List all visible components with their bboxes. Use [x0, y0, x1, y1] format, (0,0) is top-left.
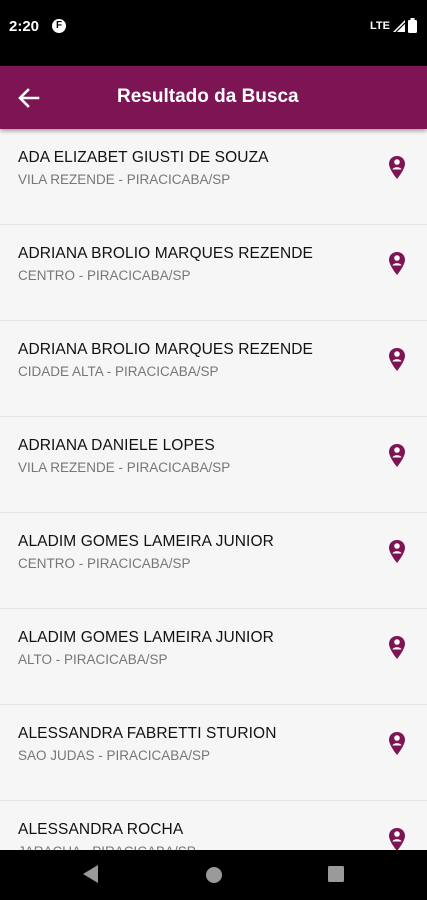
result-item[interactable]: ALESSANDRA FABRETTI STURION SAO JUDAS - P…	[0, 705, 427, 801]
result-item[interactable]: ADRIANA DANIELE LOPES VILA REZENDE - PIRA…	[0, 417, 427, 513]
result-name: ADA ELIZABET GIUSTI DE SOUZA	[18, 149, 269, 166]
nav-recents-icon[interactable]	[328, 866, 344, 882]
map-pin-icon[interactable]	[388, 731, 406, 756]
app-bar: Resultado da Busca	[0, 66, 427, 129]
result-location: VILA REZENDE - PIRACICABA/SP	[18, 460, 231, 475]
result-name: ADRIANA BROLIO MARQUES REZENDE	[18, 245, 313, 262]
result-item[interactable]: ALADIM GOMES LAMEIRA JUNIOR ALTO - PIRACI…	[0, 609, 427, 705]
result-item[interactable]: ADRIANA BROLIO MARQUES REZENDE CIDADE ALT…	[0, 321, 427, 417]
status-bar: 2:20 F LTE	[0, 0, 427, 66]
result-item[interactable]: ADRIANA BROLIO MARQUES REZENDE CENTRO - P…	[0, 225, 427, 321]
result-name: ADRIANA BROLIO MARQUES REZENDE	[18, 341, 313, 358]
result-name: ALADIM GOMES LAMEIRA JUNIOR	[18, 533, 274, 550]
map-pin-icon[interactable]	[388, 347, 406, 372]
network-type: LTE	[370, 19, 390, 32]
result-name: ADRIANA DANIELE LOPES	[18, 437, 215, 454]
nav-home-icon[interactable]	[205, 866, 223, 884]
result-location: CIDADE ALTA - PIRACICABA/SP	[18, 364, 219, 379]
results-list[interactable]: ADA ELIZABET GIUSTI DE SOUZA VILA REZENDE…	[0, 129, 427, 850]
result-location: VILA REZENDE - PIRACICABA/SP	[18, 172, 231, 187]
result-item[interactable]: ALADIM GOMES LAMEIRA JUNIOR CENTRO - PIRA…	[0, 513, 427, 609]
nav-back-icon[interactable]	[82, 864, 100, 884]
result-location: CENTRO - PIRACICABA/SP	[18, 556, 191, 571]
navigation-bar	[0, 850, 427, 900]
map-pin-icon[interactable]	[388, 827, 406, 850]
back-arrow-icon[interactable]	[14, 83, 44, 113]
result-name: ALESSANDRA ROCHA	[18, 821, 184, 838]
status-time: 2:20	[9, 18, 40, 35]
result-location: CENTRO - PIRACICABA/SP	[18, 268, 191, 283]
result-location: SAO JUDAS - PIRACICABA/SP	[18, 748, 211, 763]
result-item[interactable]: ADA ELIZABET GIUSTI DE SOUZA VILA REZENDE…	[0, 129, 427, 225]
status-indicators: LTE	[370, 18, 417, 33]
map-pin-icon[interactable]	[388, 635, 406, 660]
map-pin-icon[interactable]	[388, 539, 406, 564]
result-item[interactable]: ALESSANDRA ROCHAJARACUA - PIRACICABA/SP	[0, 801, 427, 850]
map-pin-icon[interactable]	[388, 443, 406, 468]
battery-icon	[408, 18, 417, 33]
map-pin-icon[interactable]	[388, 155, 406, 180]
result-name: ALADIM GOMES LAMEIRA JUNIOR	[18, 629, 274, 646]
result-location: ALTO - PIRACICABA/SP	[18, 652, 168, 667]
page-title: Resultado da Busca	[117, 86, 299, 107]
map-pin-icon[interactable]	[388, 251, 406, 276]
signal-icon	[393, 19, 405, 32]
notification-icon: F	[52, 19, 66, 33]
result-name: ALESSANDRA FABRETTI STURION	[18, 725, 277, 742]
